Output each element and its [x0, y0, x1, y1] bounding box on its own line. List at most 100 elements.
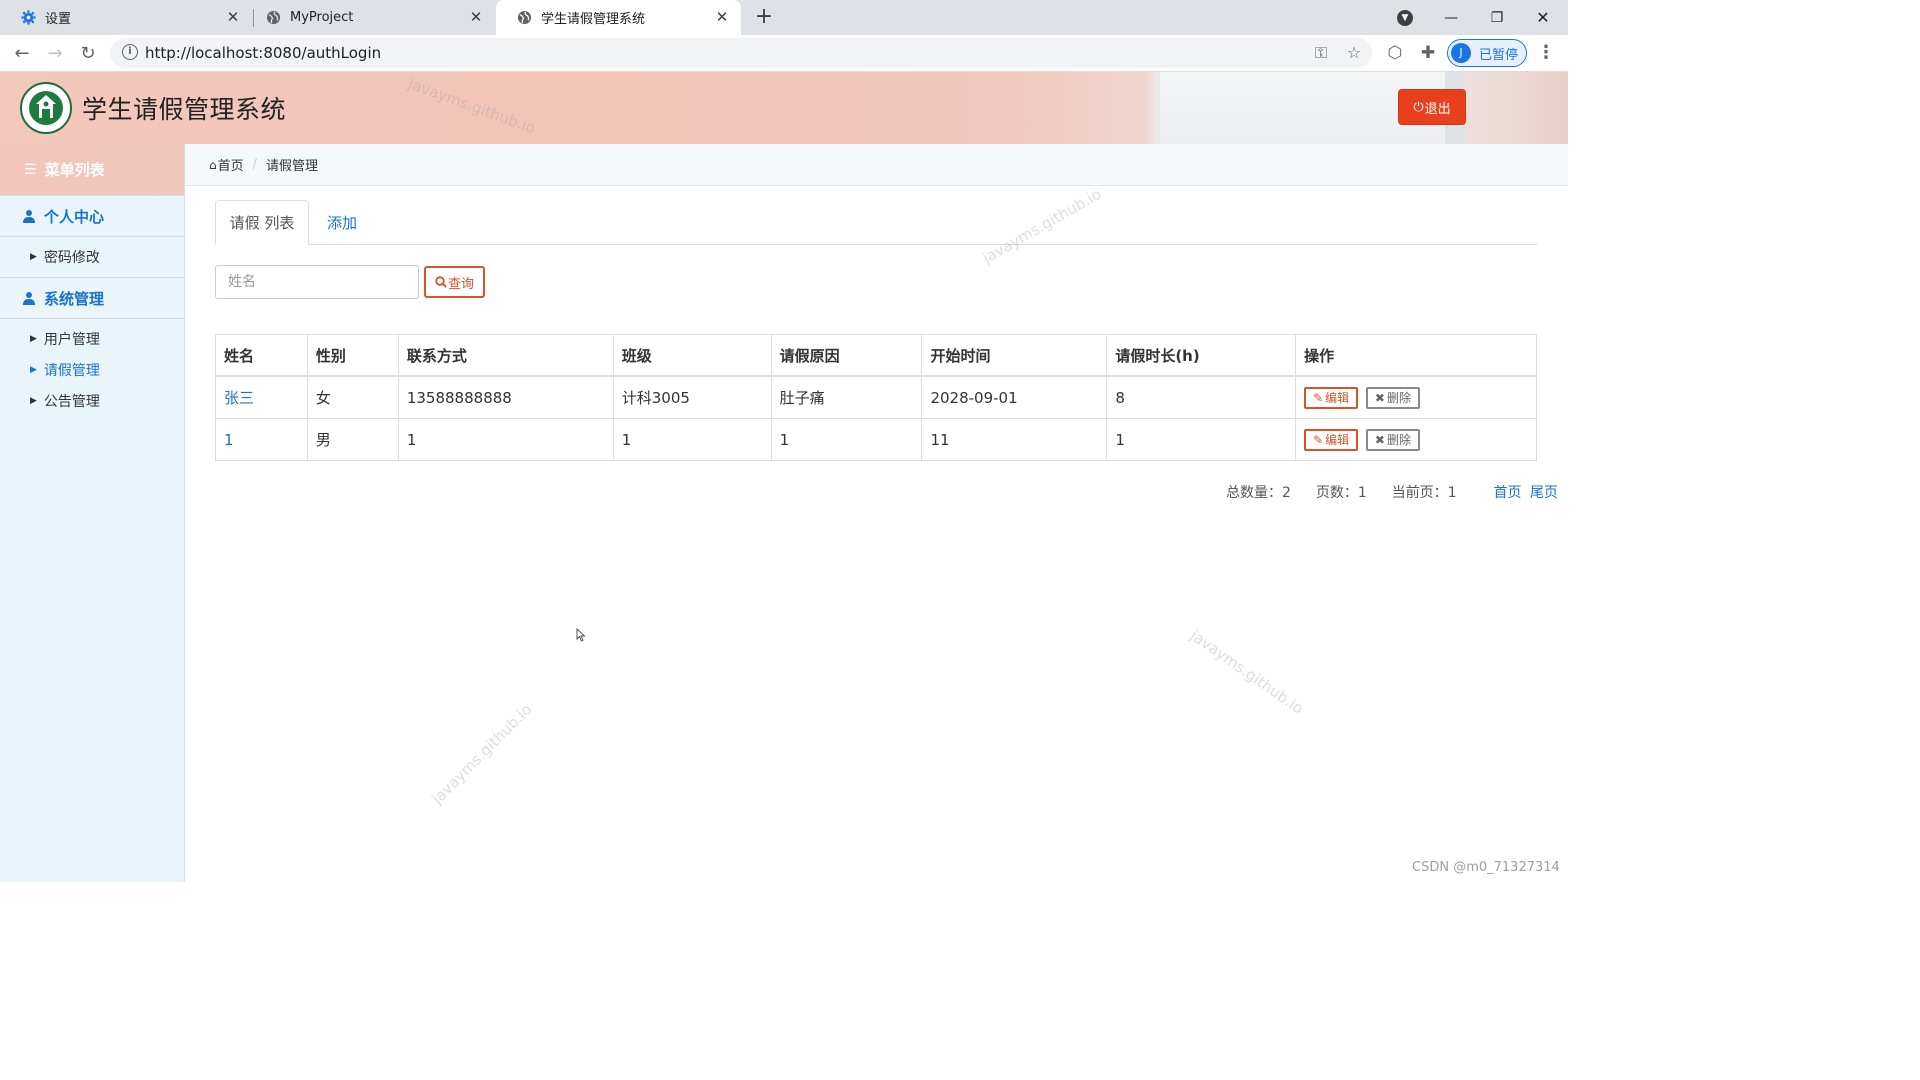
- tab-title: 学生请假管理系统: [541, 12, 646, 27]
- close-icon[interactable]: ✕: [713, 8, 731, 26]
- caret-right-icon: ▶: [30, 365, 37, 375]
- cell-class: 1: [612, 418, 772, 461]
- column-header: 姓名: [215, 334, 308, 377]
- search-icon: [435, 276, 447, 288]
- star-icon[interactable]: ☆: [1344, 43, 1364, 63]
- delete-button[interactable]: ✖ 删除: [1365, 428, 1420, 451]
- pagination: 总数量：2 页数：1 当前页：1 首页 尾页: [1226, 482, 1558, 502]
- breadcrumb: ⌂ 首页 / 请假管理: [185, 144, 1568, 186]
- cell-actions: ✎ 编辑 ✖ 删除: [1295, 418, 1537, 461]
- cell-phone: 1: [397, 418, 614, 461]
- chevron-down-icon: ▼: [1397, 9, 1413, 26]
- cell-reason: 肚子痛: [770, 375, 923, 419]
- app-header: 学生请假管理系统 ⏻ 退出: [0, 72, 1568, 144]
- breadcrumb-current: 请假管理: [266, 159, 319, 174]
- new-tab-button[interactable]: +: [752, 6, 776, 30]
- sidebar-section-label: 个人中心: [44, 207, 105, 226]
- more-menu-icon[interactable]: ⋮: [1537, 42, 1555, 64]
- minimize-button[interactable]: —: [1428, 0, 1474, 35]
- caret-right-icon: ▶: [30, 396, 37, 406]
- sidebar-item-label: 请假管理: [43, 363, 100, 379]
- sidebar-header: ☰ 菜单列表: [0, 144, 184, 195]
- sidebar-item-label: 公告管理: [43, 394, 100, 410]
- sidebar-section-personal[interactable]: 个人中心: [0, 195, 184, 237]
- close-icon: ✖: [1374, 432, 1385, 447]
- browser-tab-bar: 设置 ✕ MyProject ✕ 学生请假管理系统 ✕ + ▼ — ❐ ✕: [0, 0, 1568, 35]
- cell-name: 张三: [215, 375, 308, 419]
- globe-icon: [516, 10, 532, 26]
- column-header: 请假时长(h): [1106, 334, 1297, 377]
- first-page-link[interactable]: 首页: [1493, 485, 1521, 501]
- sidebar-item-label: 用户管理: [43, 332, 100, 348]
- breadcrumb-home-label: 首页: [217, 159, 244, 174]
- browser-toolbar: ← → ↻ i http://localhost:8080/authLogin …: [0, 35, 1568, 72]
- back-button[interactable]: ←: [10, 41, 34, 65]
- window-close-button[interactable]: ✕: [1520, 0, 1566, 35]
- sidebar-item-notice[interactable]: ▶ 公告管理: [0, 387, 184, 415]
- close-icon[interactable]: ✕: [224, 8, 242, 26]
- browser-tab-settings[interactable]: 设置 ✕: [0, 0, 252, 35]
- current-page: 当前页：1: [1391, 485, 1457, 501]
- student-name-link[interactable]: 1: [224, 431, 234, 449]
- edit-label: 编辑: [1325, 433, 1350, 447]
- home-icon: ⌂: [209, 157, 217, 172]
- globe-icon: [265, 10, 281, 26]
- sidebar-item-users[interactable]: ▶ 用户管理: [0, 325, 184, 353]
- sidebar-section-label: 系统管理: [44, 289, 105, 308]
- logout-button[interactable]: ⏻ 退出: [1398, 89, 1466, 125]
- edit-label: 编辑: [1325, 391, 1350, 405]
- puzzle-icon[interactable]: ✚: [1417, 42, 1439, 64]
- info-icon[interactable]: i: [122, 44, 138, 60]
- sidebar-header-label: 菜单列表: [44, 161, 105, 179]
- url-text: http://localhost:8080/authLogin: [145, 44, 382, 62]
- edit-button[interactable]: ✎ 编辑: [1304, 386, 1359, 409]
- caret-right-icon: ▶: [30, 252, 37, 262]
- extension-icon[interactable]: ⬡: [1384, 42, 1406, 64]
- cell-hours: 1: [1106, 418, 1297, 461]
- sidebar-item-label: 密码修改: [43, 250, 100, 266]
- sidebar-section-system[interactable]: 系统管理: [0, 277, 184, 319]
- search-button[interactable]: 查询: [424, 266, 485, 298]
- watermark: javayms.github.io: [1186, 626, 1307, 718]
- delete-label: 删除: [1386, 391, 1411, 405]
- tab-leave-list[interactable]: 请假 列表: [215, 200, 309, 245]
- arrow-right-icon: →: [47, 42, 63, 64]
- delete-button[interactable]: ✖ 删除: [1365, 386, 1420, 409]
- power-icon: ⏻: [1413, 99, 1424, 115]
- cell-gender: 女: [306, 375, 399, 419]
- sidebar: ☰ 菜单列表 个人中心 ▶ 密码修改 系统管理 ▶ 用户管理 ▶ 请假管理 ▶ …: [0, 144, 185, 882]
- profile-button[interactable]: J 已暂停: [1447, 39, 1527, 67]
- user-icon: [23, 292, 35, 305]
- caret-right-icon: ▶: [30, 334, 37, 344]
- column-header: 操作: [1295, 334, 1537, 377]
- name-search-input[interactable]: [215, 265, 419, 299]
- address-bar[interactable]: i http://localhost:8080/authLogin ⚿ ☆: [110, 38, 1372, 68]
- page-count: 页数：1: [1315, 485, 1367, 501]
- key-icon[interactable]: ⚿: [1311, 43, 1331, 63]
- edit-button[interactable]: ✎ 编辑: [1304, 428, 1359, 451]
- tab-add[interactable]: 添加: [309, 200, 375, 244]
- browser-tab-active[interactable]: 学生请假管理系统 ✕: [496, 0, 741, 35]
- column-header: 开始时间: [921, 334, 1108, 377]
- sidebar-item-leave[interactable]: ▶ 请假管理: [0, 356, 184, 384]
- restore-button[interactable]: ❐: [1474, 0, 1520, 35]
- avatar: J: [1451, 43, 1471, 63]
- cell-hours: 8: [1106, 375, 1297, 419]
- pencil-icon: ✎: [1313, 432, 1324, 447]
- forward-button[interactable]: →: [43, 41, 67, 65]
- gear-icon: [20, 10, 36, 26]
- sidebar-item-password[interactable]: ▶ 密码修改: [0, 243, 184, 271]
- column-header: 联系方式: [397, 334, 614, 377]
- close-icon[interactable]: ✕: [467, 8, 485, 26]
- last-page-link[interactable]: 尾页: [1530, 485, 1558, 501]
- student-name-link[interactable]: 张三: [224, 389, 254, 407]
- browser-tab-myproject[interactable]: MyProject ✕: [245, 0, 495, 35]
- breadcrumb-home[interactable]: ⌂ 首页: [209, 155, 244, 175]
- total-count: 总数量：2: [1226, 485, 1291, 501]
- reload-button[interactable]: ↻: [76, 41, 100, 65]
- pencil-icon: ✎: [1313, 390, 1324, 405]
- profile-status: 已暂停: [1479, 47, 1519, 63]
- cell-reason: 1: [770, 418, 923, 461]
- close-icon: ✖: [1374, 390, 1385, 405]
- tab-search-button[interactable]: ▼: [1382, 0, 1428, 35]
